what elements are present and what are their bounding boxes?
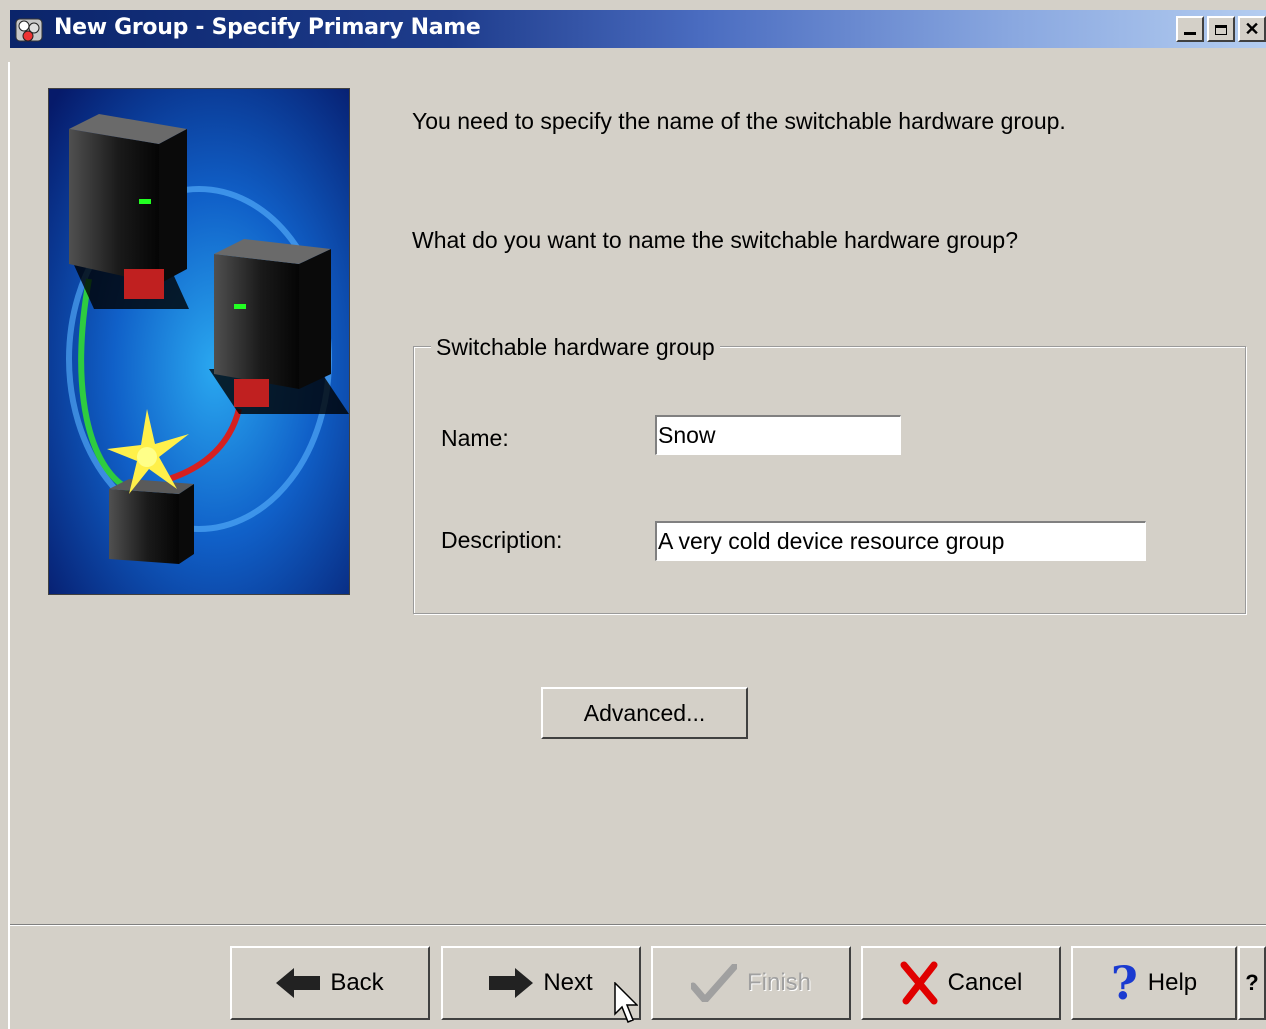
help-button[interactable]: ? Help bbox=[1071, 946, 1237, 1020]
checkmark-icon bbox=[690, 964, 737, 1002]
wizard-illustration bbox=[48, 88, 350, 595]
app-icon bbox=[15, 18, 43, 42]
cancel-x-icon bbox=[900, 961, 938, 1005]
question-text: What do you want to name the switchable … bbox=[412, 227, 1019, 253]
cancel-label: Cancel bbox=[947, 969, 1023, 996]
advanced-button[interactable]: Advanced... bbox=[541, 687, 748, 739]
next-label: Next bbox=[543, 969, 593, 996]
group-box bbox=[413, 346, 1246, 614]
back-arrow-icon bbox=[276, 968, 321, 998]
finish-label: Finish bbox=[746, 969, 812, 996]
back-label: Back bbox=[330, 969, 384, 996]
description-input[interactable] bbox=[655, 521, 1146, 561]
help-question-icon: ? bbox=[1110, 956, 1138, 1010]
window-title: New Group - Specify Primary Name bbox=[54, 15, 481, 40]
group-box-legend: Switchable hardware group bbox=[431, 334, 720, 361]
cancel-button[interactable]: Cancel bbox=[861, 946, 1061, 1020]
help-label: Help bbox=[1147, 969, 1198, 996]
name-label: Name: bbox=[441, 425, 509, 451]
close-icon: ✕ bbox=[1244, 19, 1260, 39]
footer-separator-highlight bbox=[10, 925, 1266, 926]
name-input[interactable] bbox=[655, 415, 901, 455]
finish-button[interactable]: Finish bbox=[651, 946, 851, 1020]
whats-this-button[interactable]: ? bbox=[1238, 946, 1266, 1020]
maximize-icon bbox=[1215, 25, 1227, 35]
window-edge bbox=[8, 62, 10, 1029]
next-button[interactable]: Next bbox=[441, 946, 641, 1020]
back-button[interactable]: Back bbox=[230, 946, 430, 1020]
mouse-cursor-icon bbox=[614, 982, 638, 1023]
intro-text: You need to specify the name of the swit… bbox=[412, 108, 1066, 134]
description-label: Description: bbox=[441, 527, 563, 553]
minimize-icon bbox=[1184, 32, 1196, 35]
close-button[interactable]: ✕ bbox=[1238, 16, 1266, 42]
minimize-button[interactable] bbox=[1176, 16, 1204, 42]
maximize-button[interactable] bbox=[1207, 16, 1235, 42]
next-arrow-icon bbox=[489, 968, 534, 998]
servers-illustration bbox=[49, 89, 349, 594]
